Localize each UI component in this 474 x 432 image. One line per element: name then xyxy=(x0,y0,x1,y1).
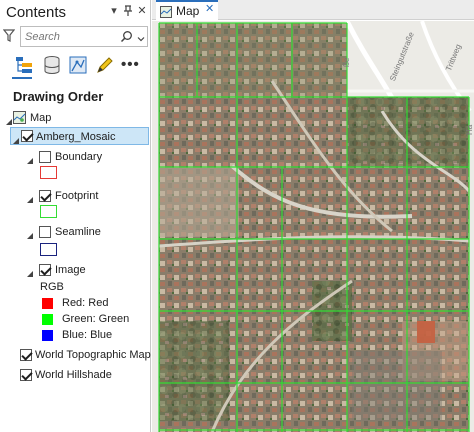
pane-menu-icon[interactable]: ▾ xyxy=(108,5,120,17)
visibility-checkbox-amberg-mosaic[interactable] xyxy=(21,130,33,142)
drawing-order-heading: Drawing Order xyxy=(13,89,104,104)
contents-toolbar: ••• xyxy=(0,52,150,79)
contents-header: Contents ▾ ✕ xyxy=(0,0,150,24)
search-options-chevron-icon[interactable] xyxy=(136,31,146,42)
layer-row-footprint[interactable]: Footprint xyxy=(21,187,149,205)
map-tab-icon xyxy=(160,5,172,18)
list-by-data-source-icon[interactable] xyxy=(41,54,63,76)
collapse-seamline-icon[interactable] xyxy=(26,228,34,239)
layer-row-world-topographic-map[interactable]: World Topographic Map xyxy=(14,346,151,364)
arcgis-window: Contents ▾ ✕ Search ••• Drawing Order Ma… xyxy=(0,0,474,432)
search-icon[interactable] xyxy=(120,30,133,43)
visibility-checkbox-world-hillshade[interactable] xyxy=(20,369,32,381)
pin-icon[interactable] xyxy=(122,5,134,17)
map-view[interactable]: ße Steingutstraße Trittweg Ha xyxy=(152,21,474,432)
layer-row-amberg-mosaic[interactable]: Amberg_Mosaic xyxy=(10,127,149,145)
collapse-boundary-icon[interactable] xyxy=(26,153,34,164)
visibility-checkbox-seamline[interactable] xyxy=(39,226,51,238)
contents-title: Contents xyxy=(6,4,67,21)
filter-icon[interactable] xyxy=(2,29,16,43)
layer-label-map: Map xyxy=(30,112,52,124)
street-label: ße xyxy=(342,57,351,67)
map-tab-label: Map xyxy=(176,4,200,18)
green-band-label: Green: Green xyxy=(62,313,130,325)
layer-label-boundary: Boundary xyxy=(55,151,103,163)
map-icon xyxy=(13,111,26,124)
layer-label-image: Image xyxy=(55,264,86,276)
red-band-label: Red: Red xyxy=(62,297,109,309)
layer-label-amberg-mosaic: Amberg_Mosaic xyxy=(36,131,116,143)
rgb-heading: RGB xyxy=(40,281,64,293)
close-tab-icon[interactable]: ✕ xyxy=(205,4,215,15)
visibility-checkbox-image[interactable] xyxy=(39,264,51,276)
search-box xyxy=(20,26,148,47)
close-icon[interactable]: ✕ xyxy=(136,5,148,17)
collapse-footprint-icon[interactable] xyxy=(26,192,34,203)
red-band-swatch xyxy=(42,298,53,309)
search-row xyxy=(0,26,150,48)
list-by-drawing-order-icon[interactable] xyxy=(13,54,35,76)
collapse-map-icon[interactable] xyxy=(5,114,13,125)
footprint-symbol-swatch[interactable] xyxy=(40,205,57,218)
tab-map[interactable]: Map ✕ xyxy=(156,0,218,20)
layer-label-seamline: Seamline xyxy=(55,226,101,238)
active-view-indicator xyxy=(12,77,32,79)
list-by-editing-icon[interactable] xyxy=(93,54,115,76)
layer-row-image[interactable]: Image xyxy=(21,261,149,279)
visibility-checkbox-boundary[interactable] xyxy=(39,151,51,163)
layer-row-seamline[interactable]: Seamline xyxy=(21,223,149,241)
map-tab-bar: Map ✕ xyxy=(152,0,474,20)
boundary-symbol-swatch[interactable] xyxy=(40,166,57,179)
layer-label-world-hillshade: World Hillshade xyxy=(35,369,112,381)
visibility-checkbox-footprint[interactable] xyxy=(39,190,51,202)
blue-band-label: Blue: Blue xyxy=(62,329,113,341)
layer-label-world-topographic-map: World Topographic Map xyxy=(35,349,151,361)
seamline-symbol-swatch[interactable] xyxy=(40,243,57,256)
contents-pane: Contents ▾ ✕ Search ••• Drawing Order Ma… xyxy=(0,0,151,432)
layer-row-world-hillshade[interactable]: World Hillshade xyxy=(14,366,149,384)
blue-band-swatch xyxy=(42,330,53,341)
layer-label-footprint: Footprint xyxy=(55,190,99,202)
layer-row-boundary[interactable]: Boundary xyxy=(21,148,149,166)
search-input[interactable] xyxy=(25,29,115,44)
map-canvas[interactable] xyxy=(152,21,474,432)
green-band-swatch xyxy=(42,314,53,325)
list-by-selection-icon[interactable] xyxy=(67,54,89,76)
more-options-icon[interactable]: ••• xyxy=(121,56,140,73)
visibility-checkbox-world-topographic-map[interactable] xyxy=(20,349,32,361)
layer-row-map[interactable]: Map xyxy=(2,109,148,127)
collapse-image-icon[interactable] xyxy=(26,266,34,277)
street-label: Ha xyxy=(465,124,474,135)
collapse-mosaic-icon[interactable] xyxy=(12,133,20,144)
